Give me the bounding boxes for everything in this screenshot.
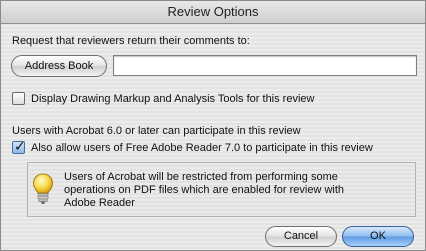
info-text-line-3: Adobe Reader [64,197,135,209]
checkmark-icon: ✓ [14,138,26,154]
info-text-line-1: Users of Acrobat will be restricted from… [64,171,338,183]
address-book-button[interactable]: Address Book [11,55,107,77]
allow-reader-label: Also allow users of Free Adobe Reader 7.… [31,142,373,154]
ok-button[interactable]: OK [342,226,414,247]
window-title: Review Options [1,1,425,24]
display-markup-label: Display Drawing Markup and Analysis Tool… [31,93,315,105]
info-box: Users of Acrobat will be restricted from… [27,162,416,217]
lightbulb-icon [32,173,54,204]
request-label: Request that reviewers return their comm… [12,35,250,47]
acrobat-users-label: Users with Acrobat 6.0 or later can part… [12,125,301,137]
cancel-button[interactable]: Cancel [265,226,337,247]
return-address-input[interactable] [113,55,417,76]
allow-reader-checkbox[interactable]: ✓ [12,138,26,154]
info-text-line-2: operations on PDF files which are enable… [64,184,345,196]
review-options-dialog: Review Options Request that reviewers re… [0,0,426,251]
display-markup-checkbox[interactable] [12,92,25,105]
